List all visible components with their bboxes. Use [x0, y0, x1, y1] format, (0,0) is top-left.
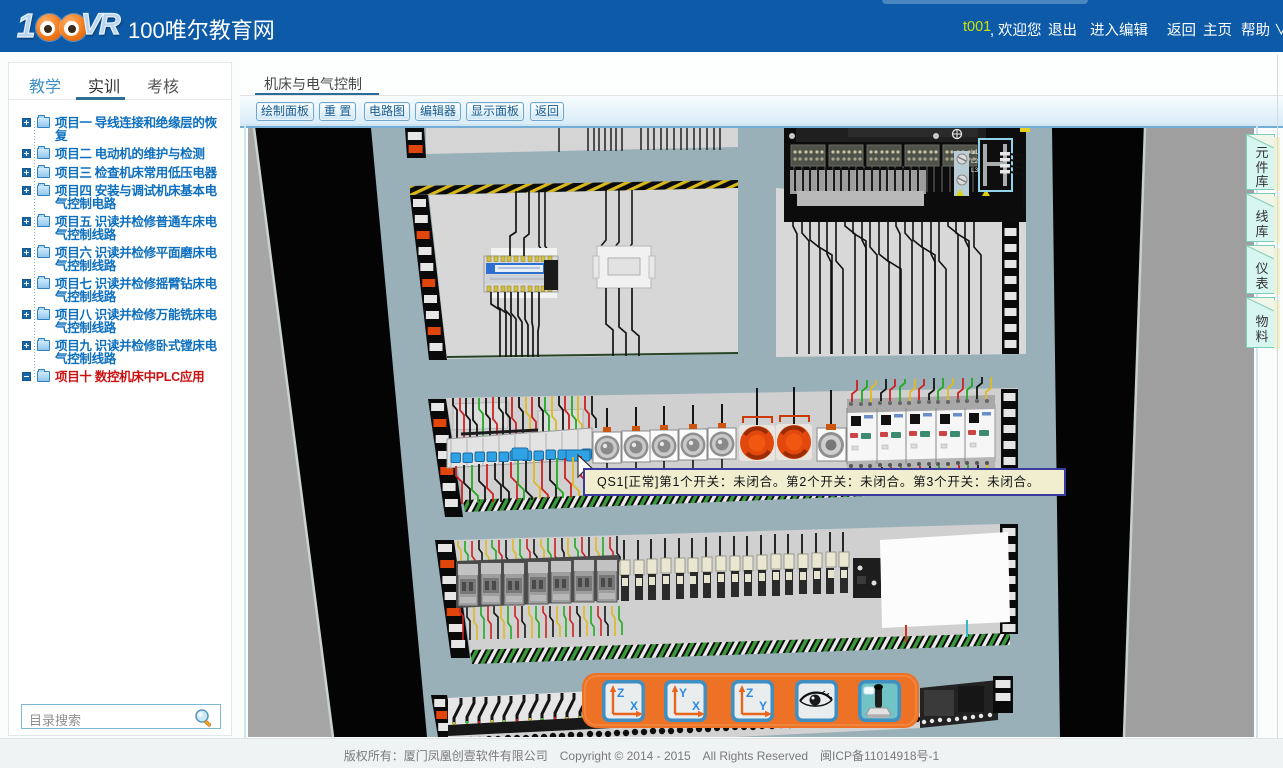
svg-text:Z: Z	[746, 686, 753, 700]
svg-text:L3: L3	[971, 167, 979, 174]
svg-text:Z: Z	[617, 686, 624, 700]
svg-text:L1: L1	[971, 149, 979, 156]
svg-text:L2: L2	[971, 158, 979, 165]
svg-text:Y: Y	[759, 699, 767, 713]
svg-text:X: X	[630, 699, 638, 713]
svg-text:Y: Y	[679, 686, 687, 700]
svg-text:X: X	[692, 699, 700, 713]
